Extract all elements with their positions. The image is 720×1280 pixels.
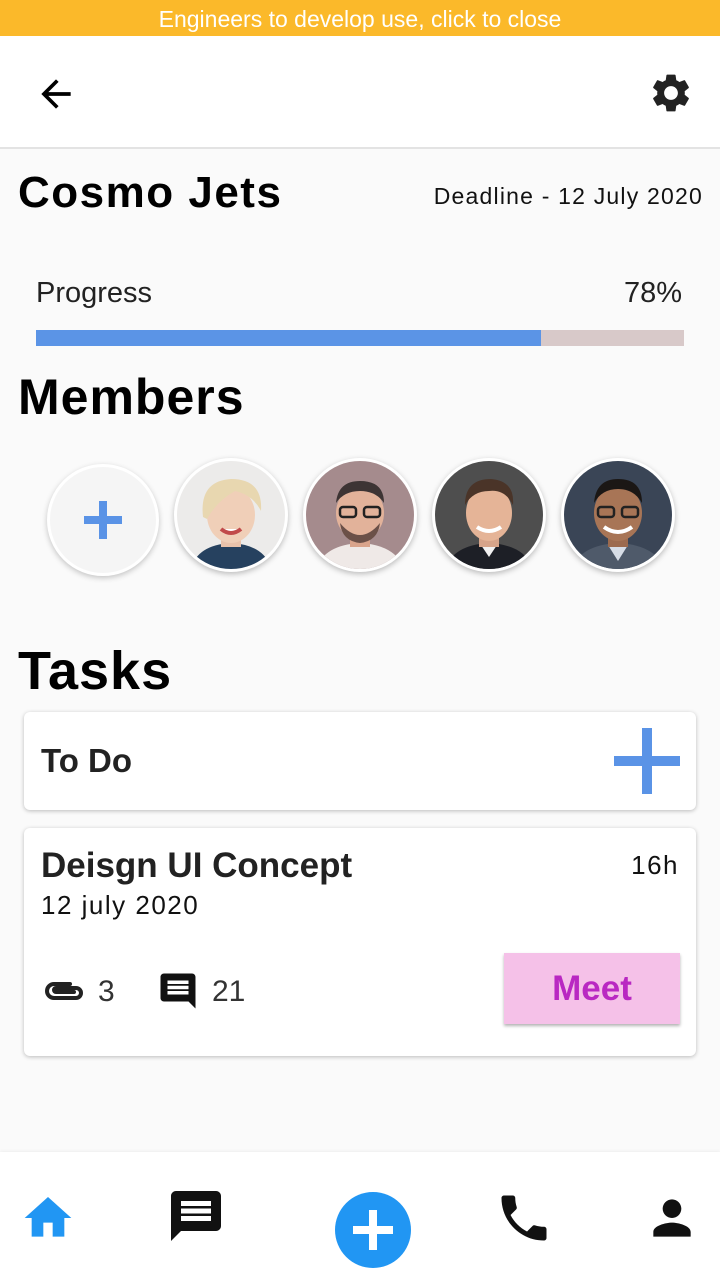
member-avatar-1[interactable] — [174, 458, 288, 572]
arrow-back-icon[interactable] — [34, 72, 78, 116]
dev-banner[interactable]: Engineers to develop use, click to close — [0, 0, 720, 36]
app-bar — [0, 36, 720, 149]
bottom-navigation — [0, 1152, 720, 1280]
add-circle-button[interactable] — [335, 1192, 411, 1268]
project-title: Cosmo Jets — [18, 168, 283, 217]
meet-button[interactable]: Meet — [504, 953, 680, 1024]
task-hours: 16h — [631, 850, 679, 880]
tasks-heading: Tasks — [18, 641, 173, 701]
member-avatar-4[interactable] — [561, 458, 675, 572]
chat-icon[interactable] — [166, 1186, 226, 1246]
task-date: 12 july 2020 — [41, 890, 200, 920]
plus-icon — [353, 1210, 393, 1250]
avatar — [306, 461, 414, 569]
todo-card: To Do — [24, 712, 696, 810]
project-deadline: Deadline - 12 July 2020 — [433, 183, 703, 209]
members-heading: Members — [18, 369, 245, 425]
gear-icon[interactable] — [648, 70, 694, 116]
todo-label: To Do — [41, 742, 133, 779]
avatar — [435, 461, 543, 569]
member-avatar-3[interactable] — [432, 458, 546, 572]
paperclip-icon — [45, 982, 83, 1000]
progress-bar — [36, 330, 684, 346]
task-card[interactable]: Deisgn UI Concept 12 july 2020 16h 3 21 … — [24, 828, 696, 1056]
member-avatar-2[interactable] — [303, 458, 417, 572]
members-row — [0, 458, 720, 584]
comment-count: 21 — [212, 975, 246, 1008]
add-member-button[interactable] — [47, 464, 159, 576]
task-title: Deisgn UI Concept — [41, 846, 353, 885]
phone-icon[interactable] — [494, 1188, 554, 1248]
avatar — [564, 461, 672, 569]
progress-percent: 78% — [623, 277, 682, 309]
plus-icon — [84, 501, 122, 539]
progress-bar-fill — [36, 330, 542, 346]
attachment-count: 3 — [98, 975, 115, 1008]
home-icon[interactable] — [20, 1190, 76, 1246]
person-icon[interactable] — [644, 1190, 700, 1246]
comment-icon — [160, 973, 196, 1009]
add-task-plus-icon[interactable] — [614, 728, 680, 794]
progress-label: Progress — [36, 277, 153, 309]
avatar — [177, 461, 285, 569]
